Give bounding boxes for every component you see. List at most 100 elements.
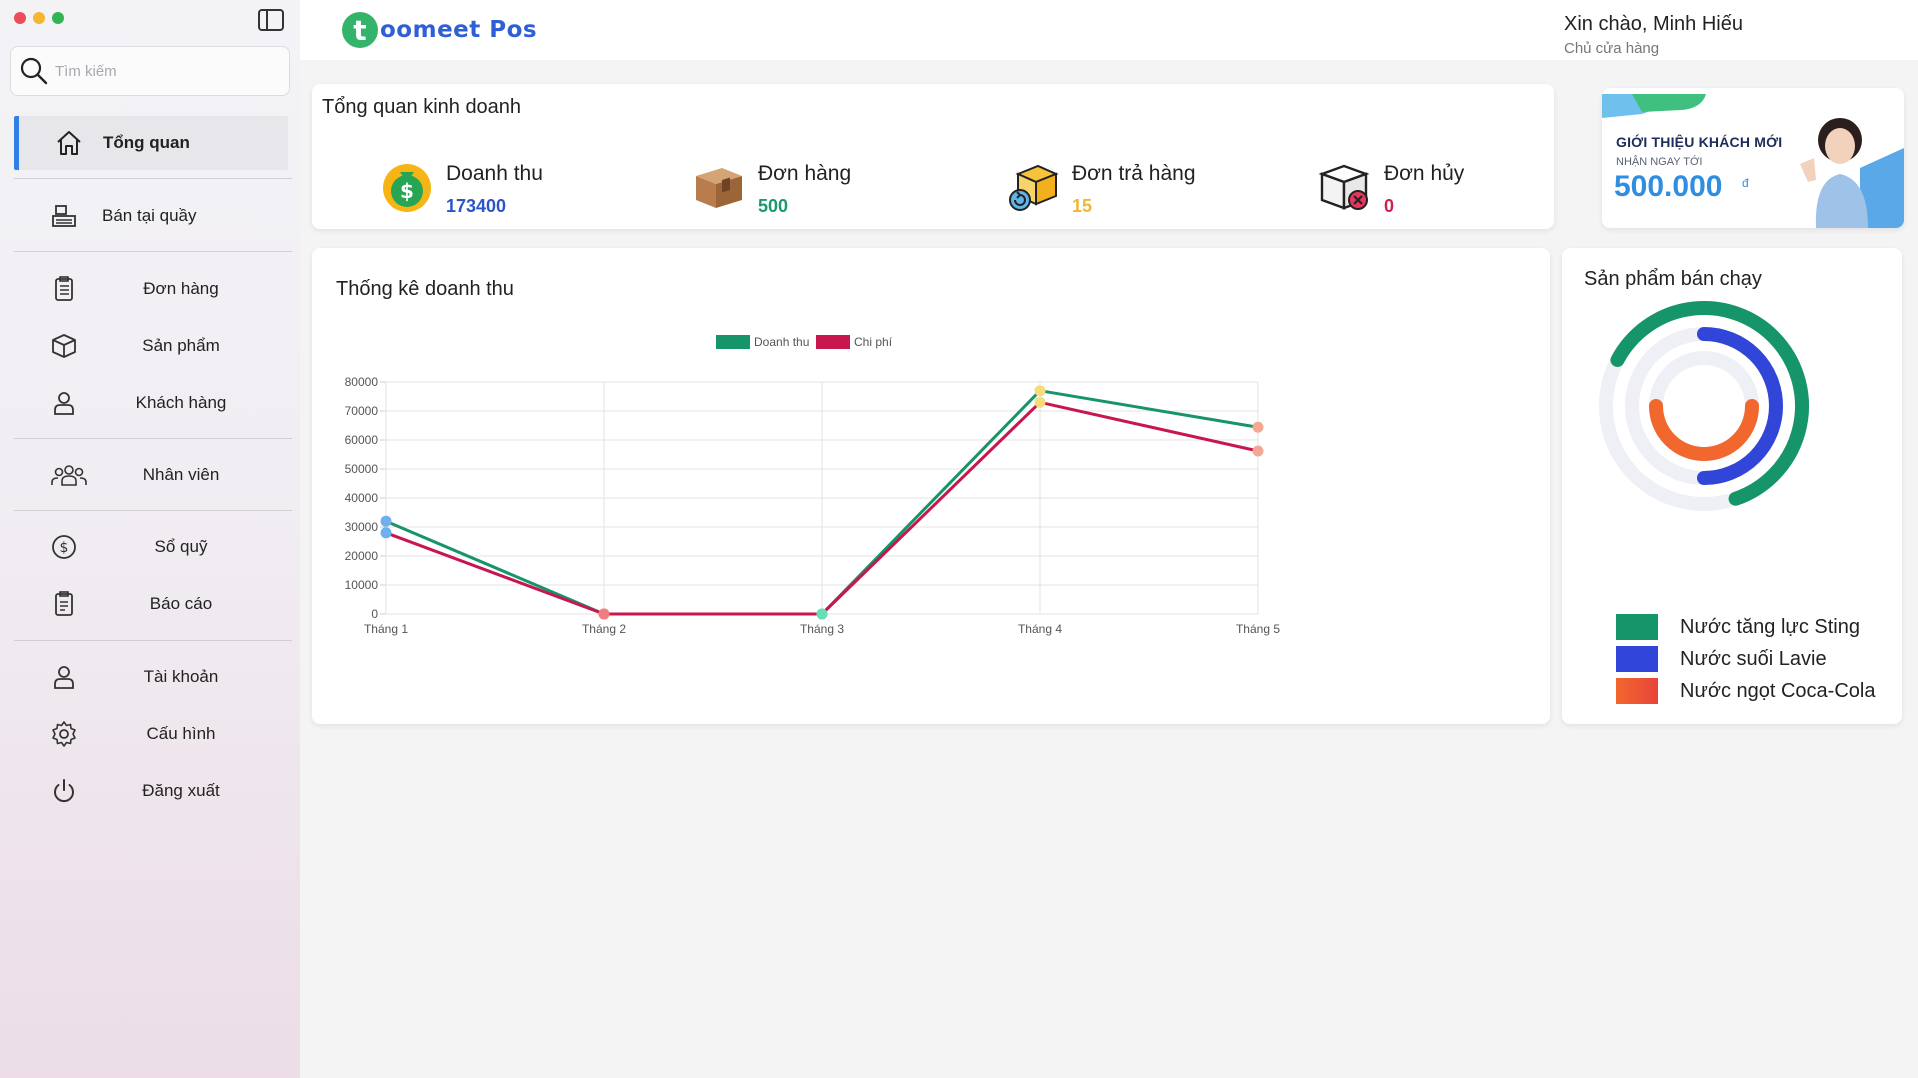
legend-swatch — [1616, 646, 1658, 672]
sidebar-item-pos[interactable]: Bán tại quầy — [14, 189, 288, 243]
sidebar-item-label: Tài khoản — [143, 667, 219, 686]
user-greeting[interactable]: Xin chào, Minh Hiếu — [1564, 13, 1743, 36]
cash-register-icon — [52, 205, 76, 227]
data-point — [816, 608, 828, 620]
search-input[interactable] — [55, 62, 275, 80]
sidebar-item-logout[interactable]: Đăng xuất — [14, 764, 288, 818]
divider — [14, 438, 292, 439]
search-box[interactable] — [10, 46, 290, 96]
return-package-icon — [1009, 164, 1059, 211]
divider — [14, 251, 292, 252]
sidebar-item-orders[interactable]: Đơn hàng — [14, 262, 288, 316]
sidebar-item-staff[interactable]: Nhân viên — [14, 448, 288, 502]
sidebar-toggle-icon[interactable] — [258, 9, 284, 31]
stat-returns[interactable]: Đơn trả hàng 15 — [1006, 160, 1306, 230]
legend-swatch — [1616, 614, 1658, 640]
sidebar-item-label: Tổng quan — [103, 133, 190, 152]
stat-cancelled[interactable]: Đơn hủy 0 — [1318, 160, 1618, 230]
legend-label: Nước ngọt Coca-Cola — [1680, 679, 1876, 702]
x-tick-label: Tháng 1 — [364, 622, 408, 636]
package-icon — [696, 168, 742, 208]
promo-subtitle: NHẬN NGAY TỚI — [1616, 156, 1703, 168]
overview-title: Tổng quan kinh doanh — [322, 96, 522, 118]
referral-promo-banner[interactable]: GIỚI THIỆU KHÁCH MỚI NHẬN NGAY TỚI 500.0… — [1602, 88, 1904, 228]
divider — [14, 178, 292, 179]
y-tick-label: 80000 — [345, 375, 379, 389]
stat-value: 0 — [1384, 196, 1395, 216]
data-point — [380, 527, 392, 539]
close-window-button[interactable] — [14, 12, 26, 24]
data-point — [380, 515, 392, 527]
stat-label: Doanh thu — [446, 162, 543, 185]
sidebar-item-label: Đăng xuất — [142, 781, 220, 800]
revenue-line-chart: 0 10000 20000 30000 40000 50000 60000 70000 8000… — [345, 335, 1280, 636]
legend-item[interactable]: Nước tăng lực Sting — [1616, 614, 1860, 640]
legend-item[interactable]: Nước suối Lavie — [1616, 646, 1827, 672]
promo-title: GIỚI THIỆU KHÁCH MỚI — [1616, 134, 1783, 150]
business-overview-card: Tổng quan kinh doanh $ Doanh thu 173400 … — [312, 84, 1554, 229]
y-tick-label: 70000 — [345, 404, 379, 418]
stat-label: Đơn hàng — [758, 162, 852, 185]
radial-bar-3 — [1649, 399, 1759, 461]
top-selling-radial-chart — [1599, 301, 1809, 511]
stat-value: 15 — [1072, 196, 1093, 216]
logo-mark: t — [342, 12, 378, 48]
data-point — [1034, 396, 1046, 408]
sidebar-item-products[interactable]: Sản phẩm — [14, 319, 288, 373]
data-point — [1034, 385, 1046, 397]
window-controls — [14, 12, 64, 24]
sidebar-item-customers[interactable]: Khách hàng — [14, 376, 288, 430]
sidebar-item-account[interactable]: Tài khoản — [14, 650, 288, 704]
legend-label: Chi phí — [854, 335, 893, 349]
revenue-stats-card: Thống kê doanh thu 0 10000 20000 30000 40000… — [312, 248, 1550, 724]
money-bag-icon: $ — [383, 164, 431, 212]
legend-label: Nước suối Lavie — [1680, 647, 1827, 670]
stat-value: 500 — [758, 196, 789, 216]
data-point — [1252, 445, 1264, 457]
sidebar-item-label: Cấu hình — [146, 724, 216, 743]
legend-item[interactable]: Nước ngọt Coca-Cola — [1616, 678, 1875, 704]
divider — [14, 510, 292, 511]
sidebar-item-label: Báo cáo — [149, 594, 213, 613]
user-role: Chủ cửa hàng — [1564, 40, 1660, 57]
sidebar-item-label: Sổ quỹ — [154, 537, 208, 556]
minimize-window-button[interactable] — [33, 12, 45, 24]
y-tick-label: 10000 — [345, 578, 379, 592]
promo-currency: đ — [1742, 176, 1749, 190]
search-icon — [20, 57, 48, 85]
legend-label: Doanh thu — [754, 335, 809, 349]
stat-orders[interactable]: Đơn hàng 500 — [692, 160, 992, 230]
top-header: t oomeet Pos Xin chào, Minh Hiếu Chủ cửa… — [300, 0, 1918, 60]
stat-revenue[interactable]: $ Doanh thu 173400 — [380, 160, 680, 230]
stat-label: Đơn hủy — [1384, 162, 1465, 185]
sidebar-item-label: Đơn hàng — [143, 279, 219, 298]
maximize-window-button[interactable] — [52, 12, 64, 24]
sidebar-item-cashbook[interactable]: $ Sổ quỹ — [14, 520, 288, 574]
x-tick-label: Tháng 2 — [582, 622, 626, 636]
data-point — [598, 608, 610, 620]
legend-swatch — [816, 335, 850, 349]
legend-swatch — [716, 335, 750, 349]
y-tick-label: 30000 — [345, 520, 379, 534]
top-selling-title: Sản phẩm bán chạy — [1584, 268, 1762, 290]
logo-text: oomeet Pos — [380, 17, 538, 43]
sidebar-item-reports[interactable]: Báo cáo — [14, 577, 288, 631]
y-tick-label: 40000 — [345, 491, 379, 505]
promo-amount: 500.000 — [1614, 170, 1723, 203]
y-tick-label: 20000 — [345, 549, 379, 563]
y-tick-label: 0 — [371, 607, 378, 621]
cancel-package-icon — [1318, 164, 1370, 210]
stat-label: Đơn trả hàng — [1072, 162, 1196, 185]
y-tick-label: 60000 — [345, 433, 379, 447]
svg-text:$: $ — [60, 540, 69, 556]
x-tick-label: Tháng 3 — [800, 622, 844, 636]
x-tick-label: Tháng 4 — [1018, 622, 1062, 636]
stat-value: 173400 — [446, 196, 507, 216]
top-selling-card: Sản phẩm bán chạy Nước tăng lực Sting Nư… — [1562, 248, 1902, 724]
app-logo[interactable]: t oomeet Pos — [342, 12, 537, 48]
sidebar-item-overview[interactable]: Tổng quan — [14, 116, 288, 170]
x-tick-label: Tháng 5 — [1236, 622, 1280, 636]
sidebar-item-label: Nhân viên — [142, 465, 220, 484]
sidebar-item-label: Bán tại quầy — [102, 206, 197, 225]
sidebar-item-settings[interactable]: Cấu hình — [14, 707, 288, 761]
